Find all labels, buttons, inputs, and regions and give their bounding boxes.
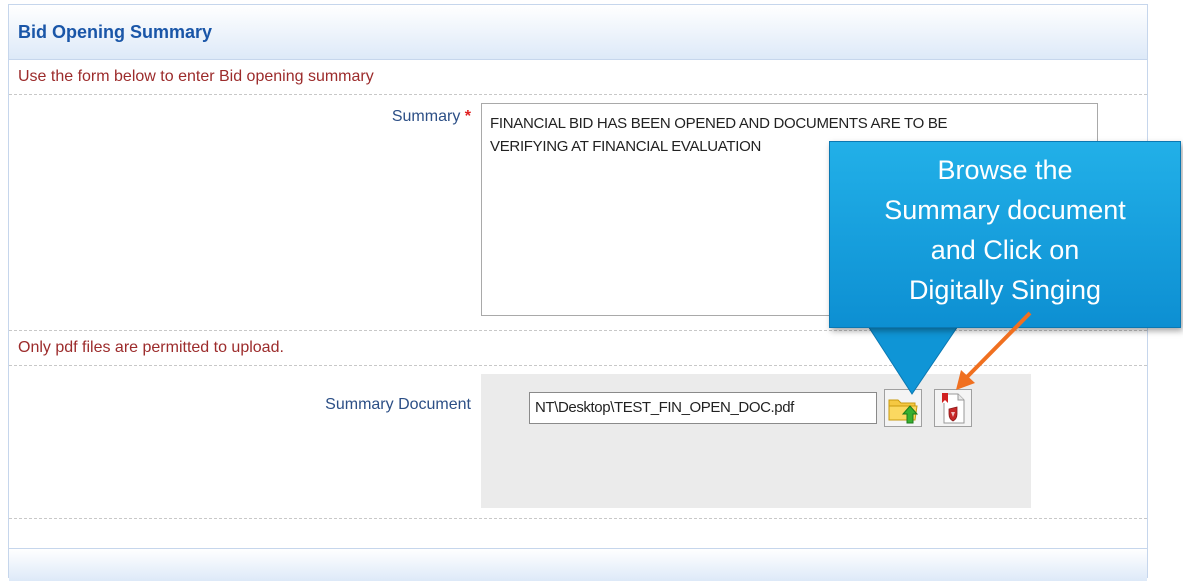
orange-arrow bbox=[956, 311, 1032, 390]
